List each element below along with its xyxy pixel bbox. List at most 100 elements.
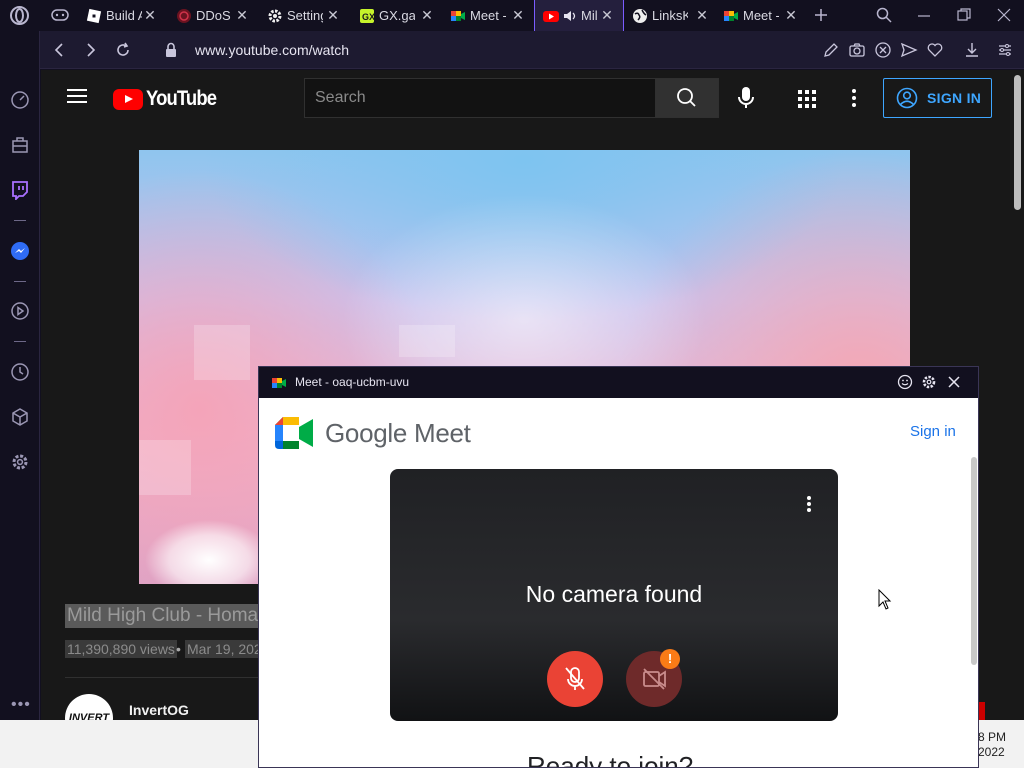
tab-close-icon[interactable]: ✕ <box>783 7 799 23</box>
tab-bar: Build A ✕ DDoS I ✕ Setting ✕ GX GX.gan ✕… <box>0 0 1024 31</box>
youtube-sign-in-button[interactable]: SIGN IN <box>883 78 992 118</box>
meet-popup-titlebar[interactable]: Meet - oaq-ucbm-uvu <box>259 367 978 398</box>
upload-date: Mar 19, 202 <box>185 640 264 658</box>
youtube-play-icon <box>113 88 143 110</box>
popup-settings-icon[interactable] <box>921 374 937 390</box>
view-count: 11,390,890 views <box>65 640 177 658</box>
page-scrollbar-thumb[interactable] <box>1014 75 1021 210</box>
video-frame-square <box>399 325 455 357</box>
tab-close-icon[interactable]: ✕ <box>599 7 615 23</box>
microphone-icon[interactable] <box>735 86 757 110</box>
history-icon[interactable] <box>10 362 30 382</box>
tab-meet-1[interactable]: Meet - ✕ <box>442 0 534 31</box>
preview-more-vert-icon[interactable] <box>806 495 812 513</box>
video-title: Mild High Club - Homage <box>65 604 282 628</box>
back-icon[interactable] <box>50 41 68 59</box>
tab-gx-games[interactable]: GX GX.gan ✕ <box>351 0 443 31</box>
briefcase-icon[interactable] <box>10 135 30 155</box>
svg-text:GX: GX <box>362 12 375 22</box>
mouse-cursor-icon <box>878 589 892 611</box>
emoji-icon[interactable] <box>897 374 913 390</box>
tab-build-a[interactable]: Build A ✕ <box>78 0 166 31</box>
meet-sign-in-link[interactable]: Sign in <box>910 423 956 440</box>
address-bar: www.youtube.com/watch <box>40 31 1024 69</box>
search-box[interactable] <box>304 78 656 118</box>
tab-linksk[interactable]: LinksK ✕ <box>624 0 718 31</box>
tab-close-icon[interactable]: ✕ <box>325 7 341 23</box>
popup-close-icon[interactable] <box>947 375 961 389</box>
channel-avatar[interactable]: INVERT <box>65 694 113 720</box>
meet-window-title: Meet - oaq-ucbm-uvu <box>295 375 410 389</box>
youtube-logo[interactable]: YouTube <box>113 87 226 111</box>
meet-icon <box>450 8 466 24</box>
tab-meet-2[interactable]: Meet - ✕ <box>715 0 807 31</box>
channel-name[interactable]: InvertOG <box>129 702 189 718</box>
gamepad-icon[interactable] <box>51 8 69 22</box>
tab-settings[interactable]: Setting ✕ <box>259 0 349 31</box>
settings-gear-icon[interactable] <box>10 452 30 472</box>
edit-icon[interactable] <box>822 41 840 59</box>
taskbar-clock[interactable]: 8 PM 2022 <box>978 730 1006 760</box>
send-icon[interactable] <box>900 41 918 59</box>
easy-setup-icon[interactable] <box>996 41 1014 59</box>
gear-icon <box>267 8 283 24</box>
google-meet-logo: Google Meet <box>275 417 471 449</box>
extensions-cube-icon[interactable] <box>10 407 30 427</box>
tab-close-icon[interactable]: ✕ <box>234 7 250 23</box>
sidebar: ••• <box>0 31 40 768</box>
sidebar-more-icon[interactable]: ••• <box>11 696 31 714</box>
ready-to-join-heading: Ready to join? <box>527 751 694 768</box>
camera-preview: No camera found ! <box>390 469 838 721</box>
player-icon[interactable] <box>10 301 30 321</box>
meet-icon <box>271 375 287 391</box>
sidebar-separator <box>14 220 26 221</box>
tab-close-icon[interactable]: ✕ <box>694 7 710 23</box>
opera-logo-icon[interactable] <box>9 5 30 26</box>
forward-icon[interactable] <box>82 41 100 59</box>
twitch-icon[interactable] <box>10 180 30 200</box>
reload-icon[interactable] <box>114 41 132 59</box>
messenger-icon[interactable] <box>10 241 30 261</box>
mic-off-icon <box>565 667 585 690</box>
new-tab-plus-icon[interactable] <box>813 7 829 23</box>
tab-youtube-active[interactable]: Mil ✕ <box>534 0 624 31</box>
mic-toggle-button[interactable] <box>547 651 603 707</box>
meta-separator: • <box>176 641 181 657</box>
tab-close-icon[interactable]: ✕ <box>142 7 158 23</box>
download-icon[interactable] <box>963 41 981 59</box>
speed-dial-icon[interactable] <box>10 90 30 110</box>
minimize-icon[interactable] <box>916 7 932 23</box>
sidebar-separator <box>14 281 26 282</box>
lock-icon[interactable] <box>162 41 180 59</box>
search-button[interactable] <box>655 78 719 118</box>
search-input[interactable] <box>315 79 645 117</box>
meet-icon <box>723 8 739 24</box>
tab-search-icon[interactable] <box>875 6 893 24</box>
url-field[interactable]: www.youtube.com/watch <box>195 42 349 58</box>
ddos-icon <box>176 8 192 24</box>
meet-logo-icon <box>275 417 313 449</box>
speaker-icon[interactable] <box>563 8 577 24</box>
no-camera-message: No camera found <box>525 581 703 607</box>
tab-ddos[interactable]: DDoS I ✕ <box>168 0 258 31</box>
more-vert-icon[interactable] <box>851 88 857 108</box>
popup-scrollbar-thumb[interactable] <box>971 457 977 665</box>
hamburger-menu-icon[interactable] <box>67 88 87 104</box>
roblox-icon <box>86 8 102 24</box>
meet-popup-window: Meet - oaq-ucbm-uvu Google Meet Sign in … <box>258 366 979 768</box>
adblock-icon[interactable] <box>874 41 892 59</box>
account-circle-icon <box>896 87 918 109</box>
youtube-icon <box>543 8 559 24</box>
tab-close-icon[interactable]: ✕ <box>419 7 435 23</box>
sidebar-separator <box>14 341 26 342</box>
gx-icon: GX <box>359 8 375 24</box>
camera-snapshot-icon[interactable] <box>848 41 866 59</box>
close-window-icon[interactable] <box>996 7 1012 23</box>
camera-warning-badge: ! <box>660 649 680 669</box>
restore-icon[interactable] <box>956 7 972 23</box>
tab-close-icon[interactable]: ✕ <box>510 7 526 23</box>
globe-icon <box>632 8 648 24</box>
heart-icon[interactable] <box>926 41 944 59</box>
video-frame-square <box>194 325 250 380</box>
apps-grid-icon[interactable] <box>797 89 817 109</box>
